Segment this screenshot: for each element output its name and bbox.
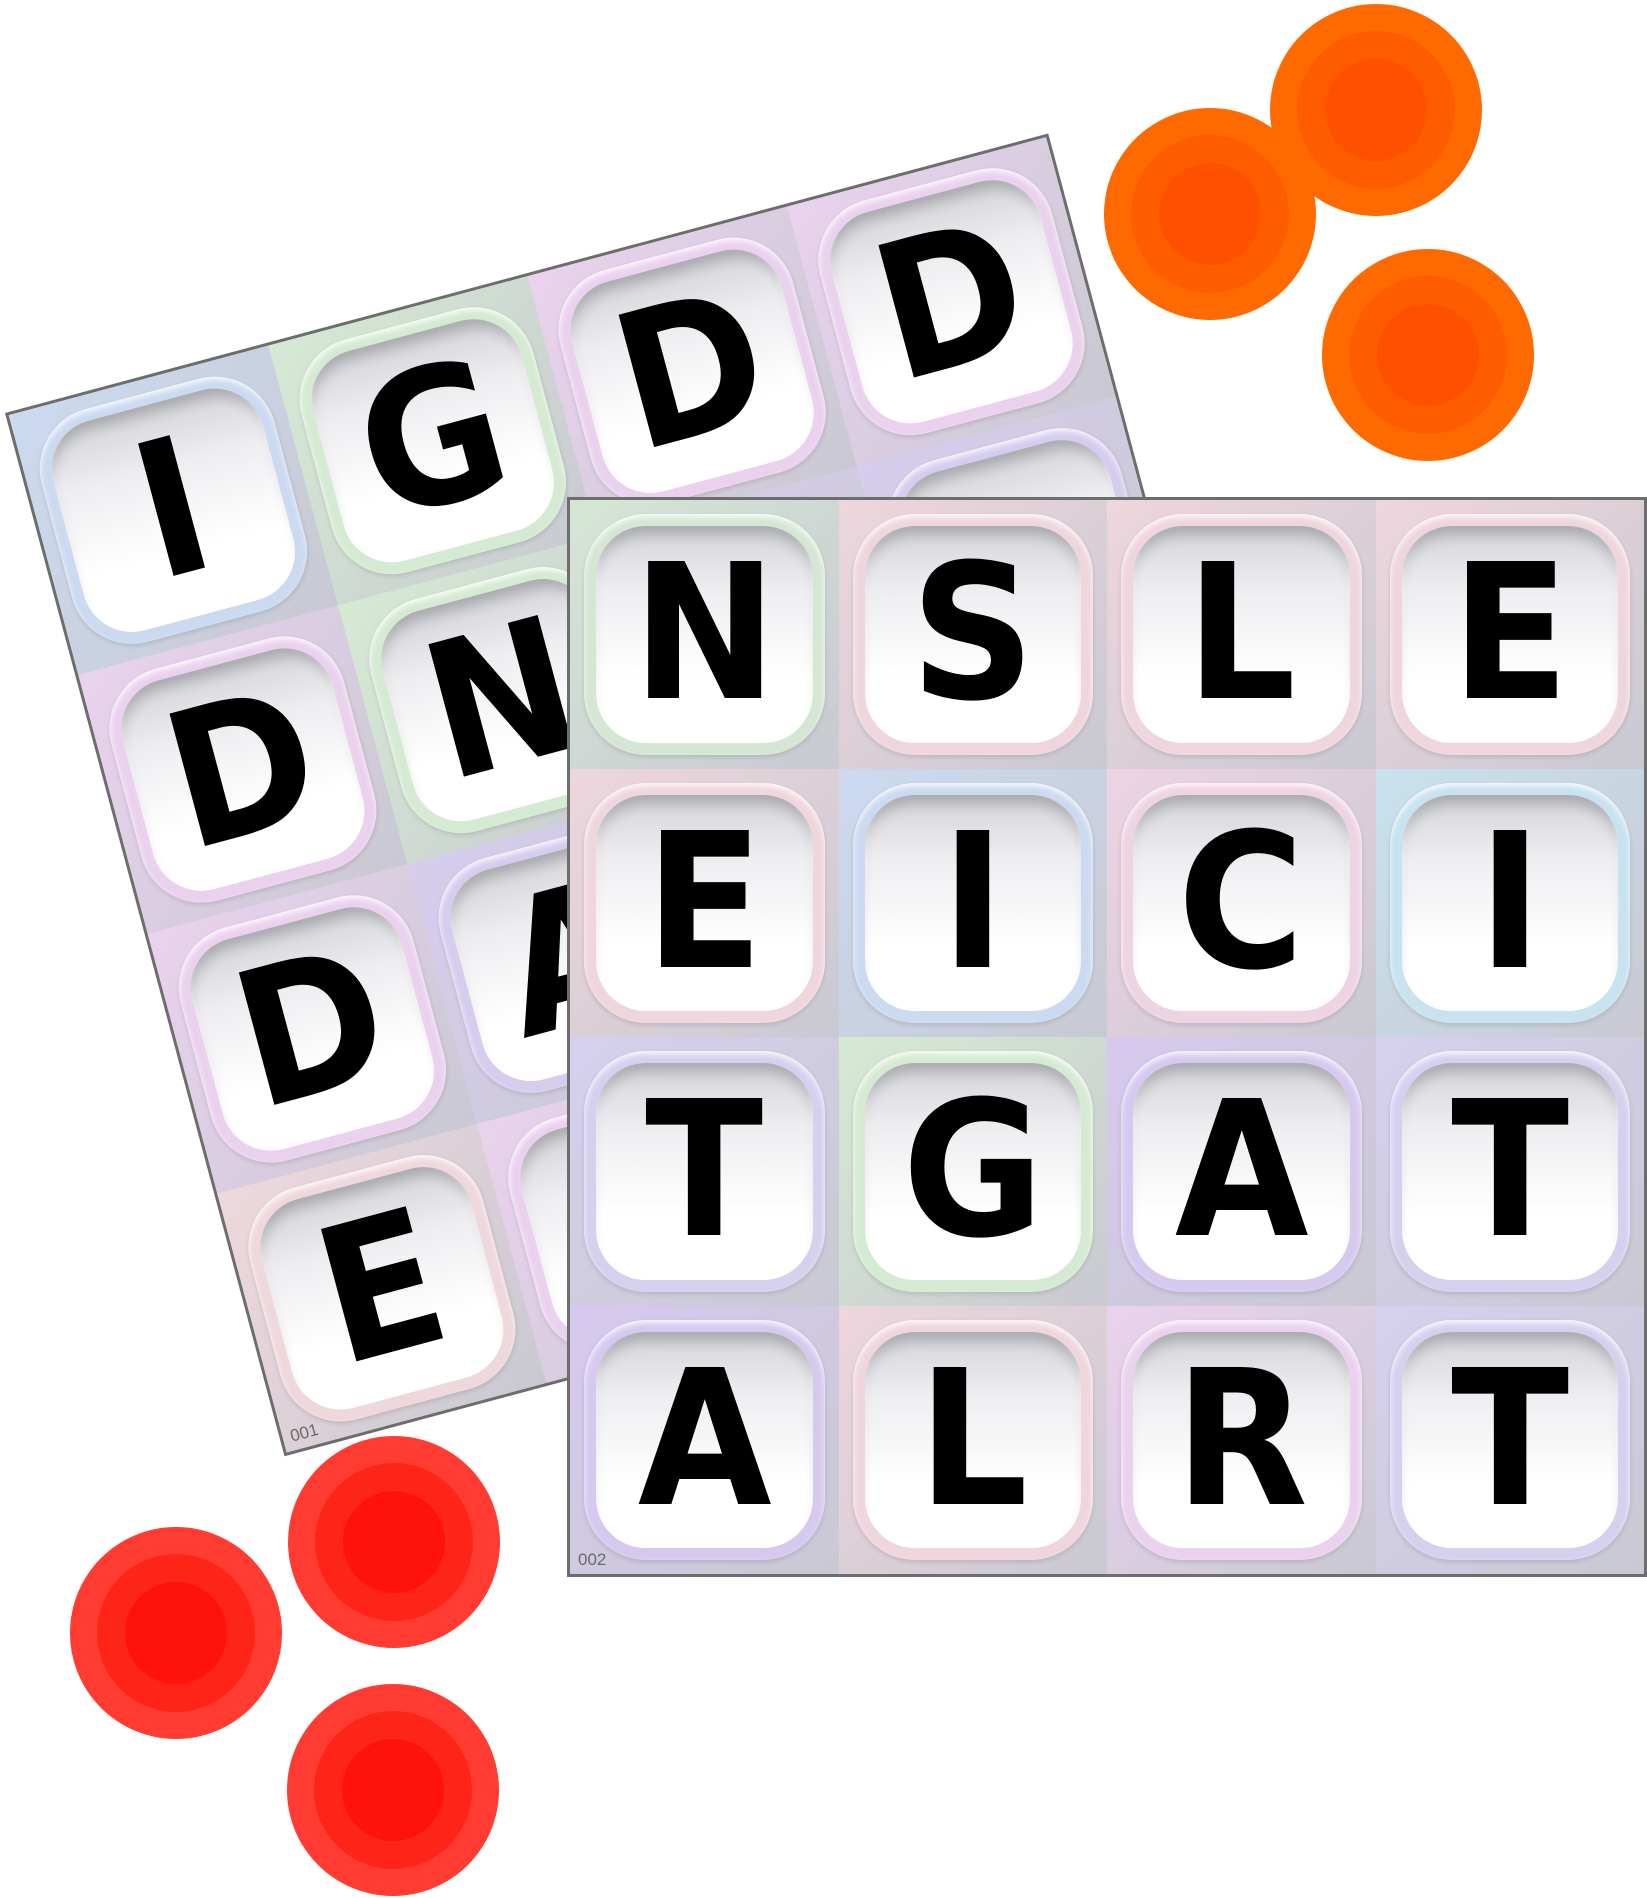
letter-tile[interactable]: L [1121, 514, 1362, 755]
board-cell[interactable]: L [1107, 500, 1376, 769]
letter-tile[interactable]: T [1389, 1319, 1630, 1560]
chip-core [342, 1739, 444, 1841]
tile-letter: G [335, 315, 530, 565]
tile-letter: C [1177, 792, 1305, 1012]
tile-letter: E [645, 792, 764, 1012]
red-chip[interactable] [70, 1527, 282, 1739]
chip-core [1325, 59, 1427, 161]
letter-tile[interactable]: G [285, 293, 580, 588]
letter-tile[interactable]: C [1121, 782, 1362, 1023]
tile-letter: G [901, 1061, 1044, 1281]
game-board-002: N S L E E I C I T G A T A L R T 002 [567, 497, 1647, 1577]
tile-face: D [179, 896, 445, 1162]
tile-letter: T [1450, 1329, 1569, 1549]
letter-tile[interactable]: T [584, 1051, 825, 1292]
board-cell[interactable]: I [1375, 768, 1644, 1037]
tile-letter: A [1174, 1061, 1309, 1281]
red-chip[interactable] [287, 1684, 499, 1896]
tile-face: I [1401, 792, 1618, 1012]
board-cell[interactable]: N [570, 500, 839, 769]
board-cell[interactable]: C [1107, 768, 1376, 1037]
letter-tile[interactable]: D [544, 223, 840, 519]
letter-tile[interactable]: T [1389, 1051, 1630, 1292]
tile-face: T [1401, 1061, 1618, 1281]
letter-tile[interactable]: S [852, 514, 1093, 755]
board-cell[interactable]: G [838, 1037, 1107, 1306]
letter-tile[interactable]: L [852, 1319, 1093, 1560]
board-cell[interactable]: T [570, 1037, 839, 1306]
board-number: 002 [578, 1550, 607, 1569]
tile-letter: D [144, 644, 341, 894]
letter-tile[interactable]: I [852, 782, 1093, 1023]
letter-tile[interactable]: I [25, 362, 321, 658]
tile-letter: T [1450, 1061, 1569, 1281]
board-cell[interactable]: E [1375, 500, 1644, 769]
tile-face: N [596, 526, 813, 743]
orange-chip[interactable] [1322, 249, 1534, 461]
tile-face: T [1401, 1329, 1618, 1549]
tile-letter: E [1450, 524, 1569, 744]
chip-core [343, 1491, 445, 1593]
tile-face: A [1133, 1063, 1350, 1280]
board-cell[interactable]: R [1107, 1305, 1376, 1574]
tile-letter: S [910, 524, 1036, 744]
board-cell[interactable]: A [1107, 1037, 1376, 1306]
chip-core [125, 1582, 227, 1684]
letter-tile[interactable]: A [584, 1319, 825, 1560]
tile-face: G [299, 307, 566, 574]
board-cell[interactable]: I [838, 768, 1107, 1037]
letter-tile[interactable]: R [1121, 1319, 1362, 1560]
letter-tile[interactable]: D [95, 622, 390, 917]
board-cell[interactable]: E [570, 768, 839, 1037]
board-cell[interactable]: A [570, 1305, 839, 1574]
tile-letter: L [917, 1329, 1028, 1549]
tile-face: E [248, 1155, 515, 1421]
board-cell[interactable]: T [1375, 1305, 1644, 1574]
board-cell[interactable]: T [1375, 1037, 1644, 1306]
tile-letter: I [113, 395, 233, 624]
red-chip[interactable] [288, 1436, 500, 1648]
tile-face: D [559, 238, 825, 504]
tile-letter: A [637, 1329, 772, 1549]
letter-tile[interactable]: G [852, 1051, 1093, 1292]
tile-letter: L [1186, 524, 1297, 744]
tile-face: R [1133, 1329, 1350, 1549]
tile-face: G [864, 1061, 1081, 1281]
letter-tile[interactable]: E [234, 1140, 529, 1436]
tile-face: E [596, 792, 813, 1012]
letter-tile[interactable]: A [1121, 1051, 1362, 1292]
letter-tile[interactable]: E [584, 782, 825, 1023]
tile-face: L [1133, 526, 1350, 743]
tile-face: C [1133, 792, 1350, 1012]
tile-letter: T [645, 1061, 764, 1281]
letter-tile[interactable]: D [803, 154, 1099, 449]
chip-core [1159, 163, 1261, 265]
tile-face: D [110, 636, 376, 902]
tile-letter: D [853, 176, 1049, 426]
tile-letter: D [593, 246, 790, 495]
tile-face: E [1401, 524, 1618, 744]
tile-face: I [864, 792, 1081, 1012]
tile-face: T [596, 1063, 813, 1280]
board-cell[interactable]: L [838, 1305, 1107, 1574]
tile-face: S [864, 524, 1081, 744]
tile-letter: D [214, 903, 410, 1153]
letter-tile[interactable]: E [1389, 514, 1630, 755]
letter-tile[interactable]: D [164, 881, 460, 1177]
tile-face: L [864, 1329, 1081, 1549]
chip-core [1377, 304, 1479, 406]
tile-face: A [596, 1329, 813, 1549]
tile-face: D [818, 168, 1084, 435]
board-cell[interactable]: S [838, 500, 1107, 769]
tile-letter: I [1477, 792, 1542, 1012]
letter-tile[interactable]: I [1389, 782, 1630, 1023]
orange-chip[interactable] [1104, 108, 1316, 320]
tile-face: I [40, 377, 306, 643]
tile-letter: R [1174, 1329, 1308, 1549]
letter-tile[interactable]: N [584, 514, 825, 755]
tile-letter: N [631, 524, 777, 744]
tile-letter: I [940, 792, 1005, 1012]
tile-letter: E [296, 1166, 467, 1409]
